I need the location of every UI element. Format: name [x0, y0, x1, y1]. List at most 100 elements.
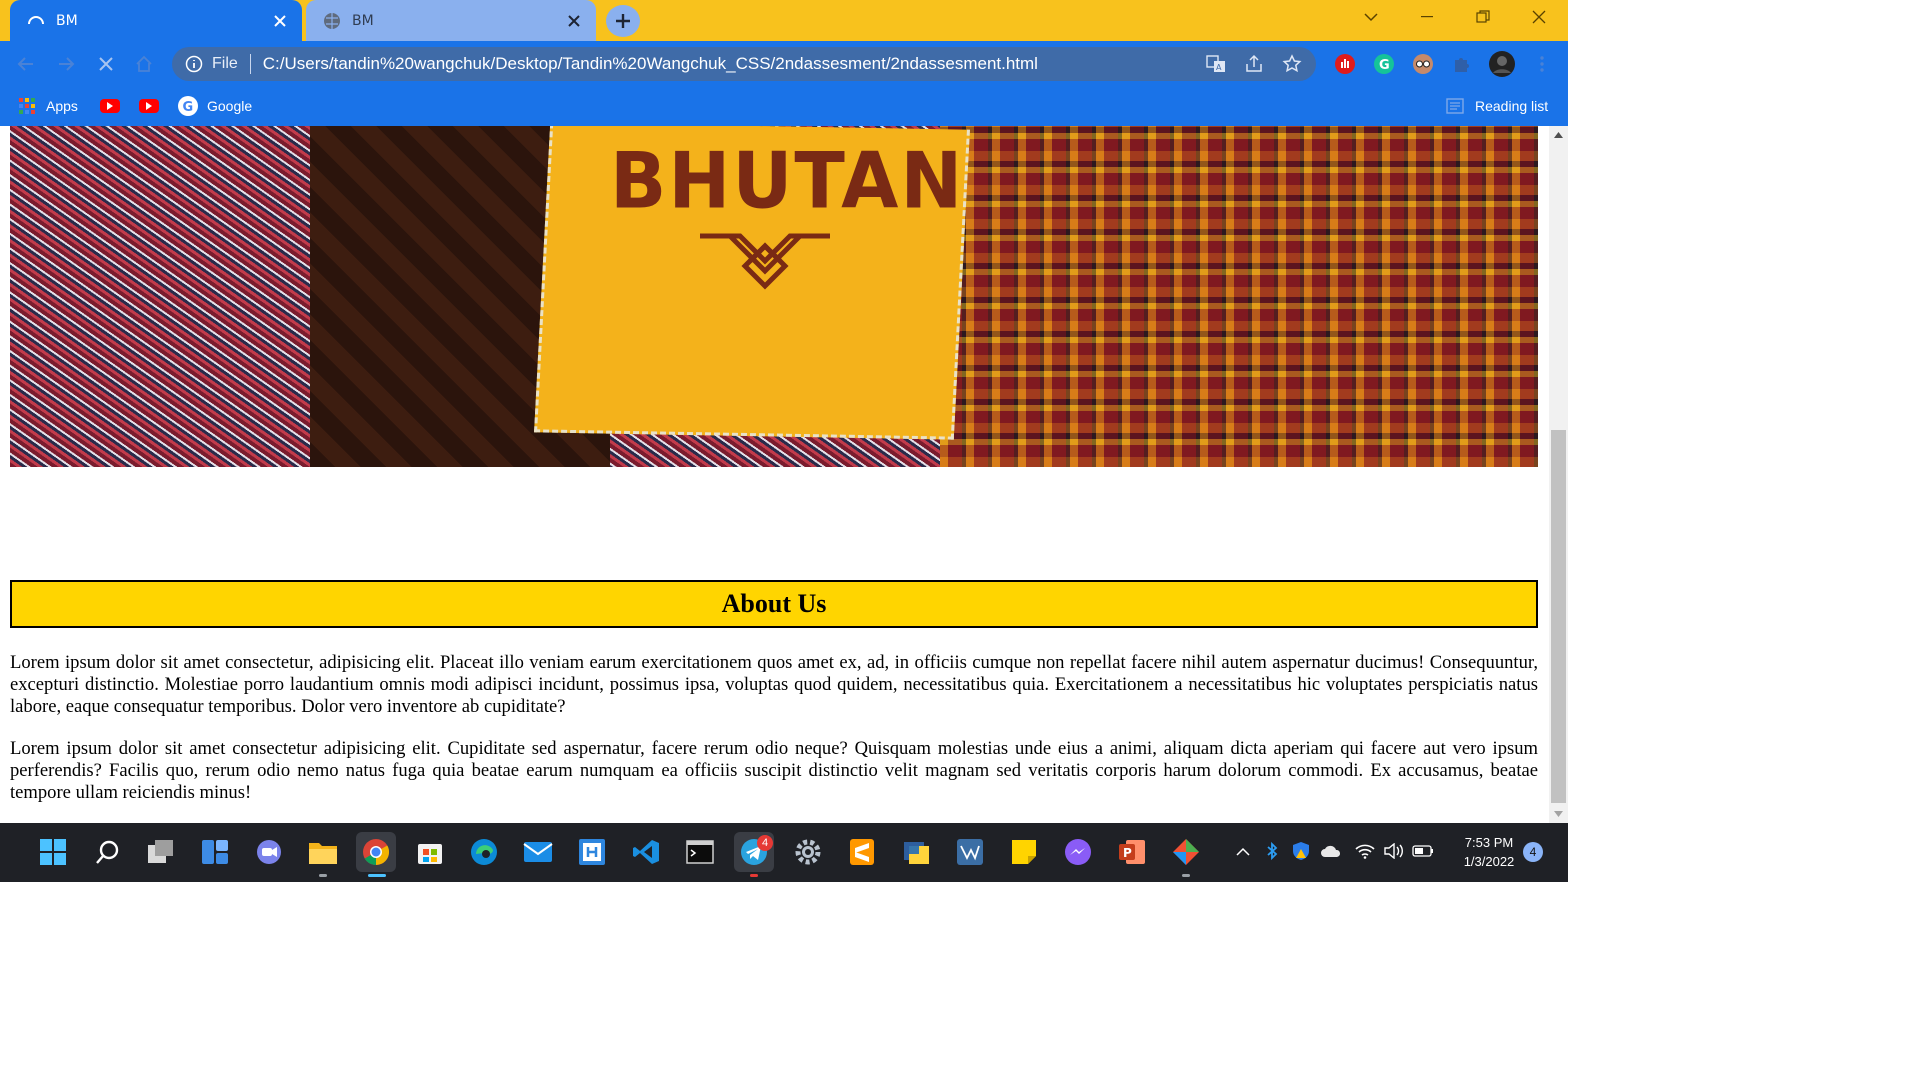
tab-bm-active[interactable]: BM: [10, 0, 302, 41]
sticky-notes-button[interactable]: [1004, 832, 1044, 872]
settings-button[interactable]: [788, 832, 828, 872]
tab-search-button[interactable]: [1343, 0, 1399, 34]
arrow-right-icon: [59, 57, 75, 71]
bookmark-label: Google: [207, 98, 253, 114]
system-clock[interactable]: 7:53 PM 1/3/2022: [1444, 833, 1534, 871]
close-icon: [99, 57, 113, 71]
chevron-up-icon: [1236, 847, 1250, 856]
onedrive-cloud-icon[interactable]: [1320, 840, 1342, 862]
reading-list-button[interactable]: Reading list: [1446, 95, 1548, 117]
edge-button[interactable]: [464, 832, 504, 872]
translate-icon[interactable]: A: [1202, 50, 1230, 78]
chat-icon: [257, 840, 281, 864]
search-icon: [96, 840, 119, 864]
page-viewport: BHUTAN About Us Lorem ipsum dolor sit am…: [0, 126, 1549, 823]
menu-kebab-icon[interactable]: [1528, 50, 1556, 78]
store-icon: [418, 844, 442, 864]
svg-text:G: G: [1379, 58, 1390, 73]
terminal-button[interactable]: [680, 832, 720, 872]
show-hidden-icons-button[interactable]: [1232, 840, 1254, 862]
tab-title: BM: [56, 12, 78, 29]
search-button[interactable]: [88, 832, 128, 872]
globe-icon: [320, 9, 344, 33]
battery-icon[interactable]: [1412, 840, 1434, 862]
security-warning-icon[interactable]: [1290, 840, 1312, 862]
mysql-workbench-button[interactable]: [950, 832, 990, 872]
extension-glasses-icon[interactable]: [1409, 50, 1437, 78]
chrome-button[interactable]: [356, 832, 396, 872]
microsoft-store-button[interactable]: [410, 832, 450, 872]
close-window-button[interactable]: [1511, 0, 1567, 34]
share-icon[interactable]: [1240, 50, 1268, 78]
task-view-button[interactable]: [141, 832, 181, 872]
wifi-icon[interactable]: [1354, 840, 1376, 862]
vscode-button[interactable]: [626, 832, 666, 872]
hero-tag-text: BHUTAN: [610, 135, 965, 227]
teams-chat-button[interactable]: [249, 832, 289, 872]
git-app-button[interactable]: [1166, 832, 1206, 872]
youtube-icon: [139, 99, 159, 113]
start-button[interactable]: [33, 832, 73, 872]
running-indicator: [319, 874, 327, 877]
tab-strip: BM BM: [0, 0, 1568, 41]
python-icon: [904, 842, 929, 864]
bookmark-star-icon[interactable]: [1278, 50, 1306, 78]
home-icon: [136, 55, 152, 72]
new-tab-button[interactable]: [606, 5, 640, 37]
restore-button[interactable]: [1455, 0, 1511, 34]
extensions-puzzle-icon[interactable]: [1448, 50, 1476, 78]
google-icon: G: [178, 96, 198, 116]
edge-icon: [471, 839, 497, 865]
loading-spinner-icon: [24, 9, 48, 33]
bookmark-label: Apps: [46, 98, 78, 114]
address-bar[interactable]: File C:/Users/tandin%20wangchuk/Desktop/…: [172, 47, 1316, 81]
messenger-icon: [1065, 839, 1091, 865]
about-paragraph-1: Lorem ipsum dolor sit amet consectetur, …: [10, 652, 1538, 717]
back-button[interactable]: [12, 50, 40, 78]
app-bracket-button[interactable]: [572, 832, 612, 872]
url-scheme-label: File: [212, 55, 238, 72]
scrollbar-thumb[interactable]: [1551, 430, 1566, 803]
widgets-button[interactable]: [195, 832, 235, 872]
reading-list-icon: [1446, 98, 1464, 114]
tab-bm[interactable]: BM: [306, 0, 596, 41]
volume-icon[interactable]: [1383, 840, 1405, 862]
bookmark-google[interactable]: G Google: [178, 95, 252, 117]
file-explorer-button[interactable]: [303, 832, 343, 872]
youtube-icon: [100, 99, 120, 113]
hero-woven-fabric: [940, 126, 1538, 467]
home-button[interactable]: [130, 50, 158, 78]
bookmark-youtube-1[interactable]: [100, 95, 120, 117]
hero-image: BHUTAN: [10, 126, 1538, 467]
profile-avatar[interactable]: [1488, 50, 1516, 78]
mail-button[interactable]: [518, 832, 558, 872]
forward-button[interactable]: [52, 50, 80, 78]
close-tab-icon[interactable]: [268, 9, 292, 33]
svg-text:G: G: [183, 100, 194, 115]
sublime-icon: [850, 839, 874, 865]
scroll-up-arrow-icon[interactable]: [1554, 132, 1563, 138]
notification-count-badge[interactable]: 4: [1523, 842, 1543, 862]
restore-icon: [1476, 10, 1490, 23]
close-icon: [1532, 10, 1546, 24]
bluetooth-icon[interactable]: [1261, 840, 1283, 862]
bookmark-youtube-2[interactable]: [139, 95, 159, 117]
messenger-button[interactable]: [1058, 832, 1098, 872]
svg-text:P: P: [1123, 846, 1132, 860]
close-tab-icon[interactable]: [562, 9, 586, 33]
bookmark-apps[interactable]: Apps: [18, 95, 78, 117]
minimize-button[interactable]: [1399, 0, 1455, 34]
info-icon[interactable]: [184, 54, 204, 74]
windows-logo-icon: [40, 839, 66, 865]
grammarly-extension-icon[interactable]: G: [1370, 50, 1398, 78]
python-button[interactable]: [897, 832, 937, 872]
sublime-text-button[interactable]: [842, 832, 882, 872]
stop-loading-button[interactable]: [92, 50, 120, 78]
bookmarks-bar: Apps G Google Reading list: [0, 87, 1568, 126]
adblock-extension-icon[interactable]: [1331, 50, 1359, 78]
apps-grid-icon: [19, 98, 35, 114]
minimize-icon: [1421, 16, 1433, 18]
url-text[interactable]: C:/Users/tandin%20wangchuk/Desktop/Tandi…: [263, 54, 1202, 74]
powerpoint-button[interactable]: P: [1112, 832, 1152, 872]
scroll-down-arrow-icon[interactable]: [1554, 811, 1563, 817]
